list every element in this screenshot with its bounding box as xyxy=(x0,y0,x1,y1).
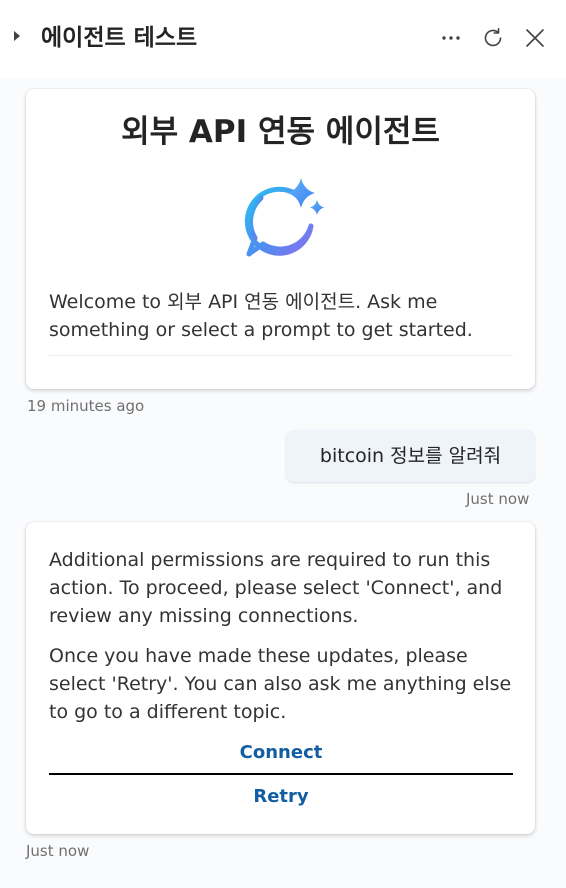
copilot-chat-sparkle-icon xyxy=(244,178,324,257)
message-timestamp: Just now xyxy=(26,842,90,860)
close-icon xyxy=(526,29,544,47)
agent-title: 에이전트 테스트 xyxy=(41,25,198,51)
refresh-icon xyxy=(484,28,502,47)
divider xyxy=(49,355,513,356)
user-message-text: bitcoin 정보를 알려줘 xyxy=(319,445,502,467)
user-message-bubble: bitcoin 정보를 알려줘 xyxy=(286,430,535,482)
close-button[interactable] xyxy=(519,22,551,54)
connect-button[interactable]: Connect xyxy=(49,733,513,773)
caret-right-icon[interactable] xyxy=(14,31,20,41)
welcome-message: Welcome to 외부 API 연동 에이전트. Ask me someth… xyxy=(49,291,473,341)
permission-card: Additional permissions are required to r… xyxy=(26,522,535,834)
message-timestamp: Just now xyxy=(466,490,530,508)
chat-header: 에이전트 테스트 xyxy=(0,0,566,78)
permission-paragraph-2: Once you have made these updates, please… xyxy=(49,645,512,723)
retry-button[interactable]: Retry xyxy=(49,777,513,817)
more-horizontal-icon xyxy=(442,36,460,40)
welcome-card: 외부 API 연동 에이전트 Welcome to 외부 API 연동 에이전트… xyxy=(26,89,535,389)
refresh-button[interactable] xyxy=(477,22,509,54)
focus-indicator xyxy=(49,773,513,775)
message-timestamp: 19 minutes ago xyxy=(27,397,145,415)
permission-paragraph-1: Additional permissions are required to r… xyxy=(49,549,503,627)
welcome-title: 외부 API 연동 에이전트 xyxy=(121,114,440,150)
more-options-button[interactable] xyxy=(435,22,467,54)
